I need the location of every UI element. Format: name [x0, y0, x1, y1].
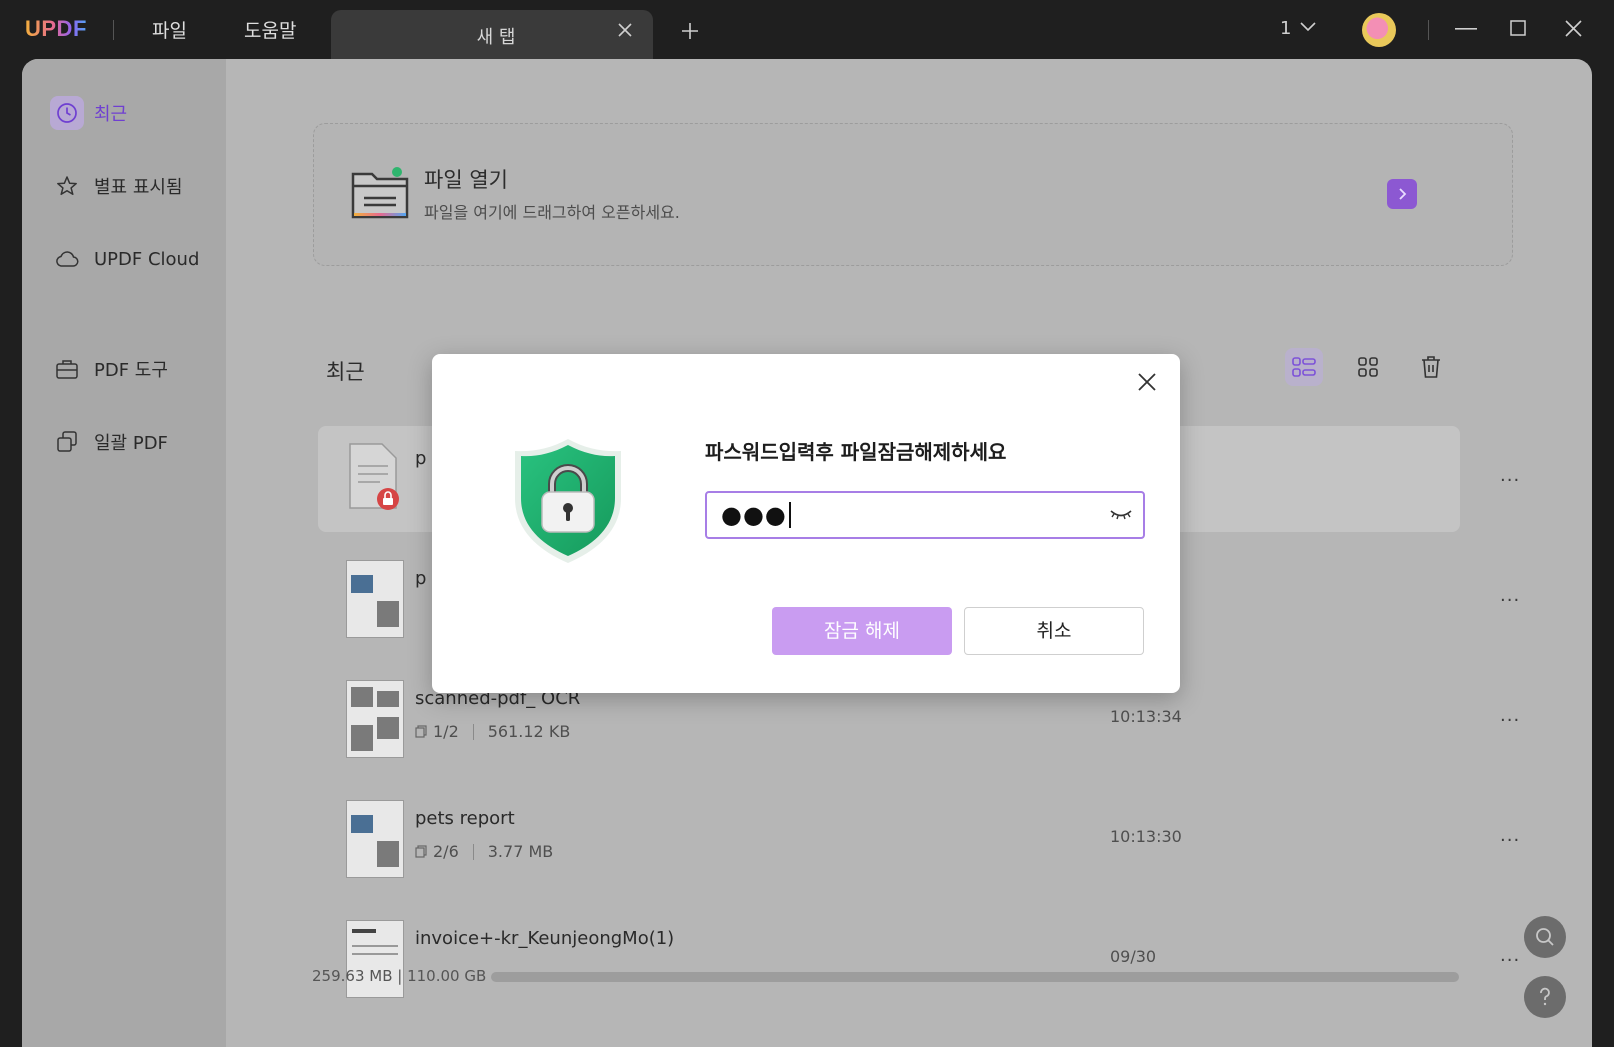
sidebar-item-label: 최근: [94, 104, 128, 125]
folder-icon: [351, 167, 409, 219]
close-tab-icon[interactable]: [618, 23, 632, 37]
file-meta: 1/2 561.12 KB: [415, 722, 570, 741]
user-avatar[interactable]: [1362, 13, 1396, 47]
file-time: 10:13:34: [1110, 707, 1182, 726]
file-thumbnail: [346, 680, 404, 758]
sidebar-item-batch-pdf[interactable]: 일괄 PDF: [50, 422, 216, 462]
grid-view-icon: [1358, 357, 1378, 377]
pages-icon: [415, 725, 427, 738]
shield-lock-icon: [515, 439, 621, 563]
open-file-dropzone[interactable]: 파일 열기 파일을 여기에 드래그하여 오픈하세요.: [313, 123, 1513, 266]
batch-icon: [50, 425, 84, 459]
sidebar-item-cloud[interactable]: UPDF Cloud: [50, 239, 216, 279]
more-options-button[interactable]: ···: [1500, 950, 1520, 971]
file-size: 561.12 KB: [487, 722, 571, 741]
list-view-button[interactable]: [1285, 348, 1323, 386]
dialog-title: 파스워드입력후 파일잠금해제하세요: [705, 440, 1007, 464]
unlock-button[interactable]: 잠금 해제: [772, 607, 952, 655]
sidebar: 최근 별표 표시됨 UPDF Cloud PDF 도구 일괄 PDF: [22, 59, 226, 1047]
sidebar-item-pdf-tools[interactable]: PDF 도구: [50, 349, 216, 389]
chevron-down-icon[interactable]: [1300, 22, 1316, 32]
file-thumbnail: [346, 800, 404, 878]
list-item[interactable]: invoice+-kr_KeunjeongMo(1) 09/30 ···: [318, 906, 1519, 1012]
title-separator-right: [1428, 20, 1429, 40]
file-name: p: [415, 448, 427, 469]
help-button[interactable]: [1524, 976, 1566, 1018]
search-button[interactable]: [1524, 916, 1566, 958]
sidebar-item-recent[interactable]: 최근: [50, 93, 216, 133]
storage-usage: 259.63 MB | 110.00 GB: [312, 967, 487, 985]
file-name: invoice+-kr_KeunjeongMo(1): [415, 928, 675, 949]
file-pages: 2/6: [433, 842, 459, 861]
chevron-right-icon: [1399, 188, 1407, 200]
storage-bar: [491, 972, 1459, 982]
hidden-eye-icon[interactable]: [1109, 506, 1133, 522]
menu-help[interactable]: 도움말: [244, 16, 296, 43]
cloud-icon: [50, 242, 84, 276]
file-pages: 1/2: [433, 722, 459, 741]
close-window-icon[interactable]: [1565, 20, 1582, 37]
new-tab-plus-icon[interactable]: [681, 22, 699, 40]
sidebar-item-starred[interactable]: 별표 표시됨: [50, 166, 216, 206]
file-name: pets report: [415, 808, 515, 829]
search-icon: [1536, 928, 1554, 946]
text-caret: [788, 502, 791, 528]
tab-new[interactable]: 새 탭: [331, 10, 653, 60]
open-file-button[interactable]: [1387, 179, 1417, 209]
menu-file[interactable]: 파일: [152, 16, 187, 43]
star-icon: [50, 169, 84, 203]
list-view-icon: [1292, 357, 1316, 377]
password-field[interactable]: ●●●: [705, 491, 1145, 539]
title-bar: UPDF 파일 도움말 새 탭 1: [0, 0, 1614, 60]
pages-icon: [415, 845, 427, 858]
sidebar-item-label: PDF 도구: [94, 360, 168, 381]
cancel-button[interactable]: 취소: [964, 607, 1144, 655]
sidebar-item-label: 별표 표시됨: [94, 177, 183, 198]
file-meta: 2/6 3.77 MB: [415, 842, 553, 861]
file-time: 09/30: [1110, 947, 1157, 966]
file-size: 3.77 MB: [487, 842, 554, 861]
file-thumbnail: [346, 560, 404, 638]
password-value: ●●●: [721, 501, 787, 529]
unlock-dialog: 파스워드입력후 파일잠금해제하세요 ●●● 잠금 해제 취소: [432, 354, 1180, 693]
more-options-button[interactable]: ···: [1500, 470, 1520, 491]
question-icon: [1540, 987, 1550, 1006]
open-file-subtitle: 파일을 여기에 드래그하여 오픈하세요.: [424, 203, 680, 222]
more-options-button[interactable]: ···: [1500, 830, 1520, 851]
file-thumbnail: [346, 920, 404, 998]
trash-icon: [1422, 356, 1440, 378]
maximize-icon[interactable]: [1510, 20, 1526, 36]
minimize-icon[interactable]: [1455, 28, 1477, 30]
close-icon[interactable]: [1137, 372, 1157, 392]
tab-label: 새 탭: [476, 27, 516, 48]
list-item[interactable]: pets report 2/6 3.77 MB 10:13:30 ···: [318, 786, 1519, 892]
grid-view-button[interactable]: [1349, 348, 1387, 386]
delete-button[interactable]: [1412, 348, 1450, 386]
updf-logo: UPDF: [25, 16, 87, 41]
recent-heading: 최근: [326, 360, 365, 384]
clock-icon: [50, 96, 84, 130]
more-options-button[interactable]: ···: [1500, 590, 1520, 611]
sidebar-item-label: UPDF Cloud: [94, 248, 200, 270]
file-name: p: [415, 568, 427, 589]
sidebar-item-label: 일괄 PDF: [94, 433, 168, 454]
locked-file-icon: [349, 443, 399, 510]
open-file-title: 파일 열기: [424, 168, 508, 192]
window-count[interactable]: 1: [1280, 18, 1291, 39]
meta-separator: [472, 843, 474, 860]
toolbox-icon: [50, 352, 84, 386]
more-options-button[interactable]: ···: [1500, 710, 1520, 731]
file-time: 10:13:30: [1110, 827, 1182, 846]
title-separator: [113, 20, 114, 40]
meta-separator: [472, 723, 474, 740]
